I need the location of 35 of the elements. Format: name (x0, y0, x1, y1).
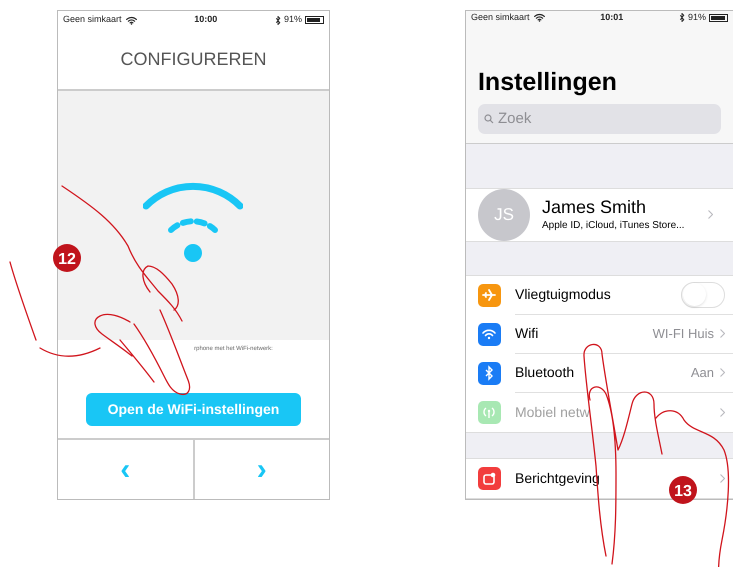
bluetooth-icon (678, 13, 685, 22)
carrier-text: Geen simkaart (63, 13, 122, 26)
chevron-icon (720, 329, 725, 338)
battery-percent: 91% (688, 11, 706, 24)
next-button[interactable]: › (194, 440, 329, 499)
clock-text: 10:01 (600, 11, 624, 24)
clock-text: 10:00 (194, 13, 218, 26)
bluetooth-icon (274, 16, 281, 24)
wifi-icon (126, 16, 137, 24)
chevron-icon (708, 210, 713, 220)
setting-label: Bluetooth (514, 363, 576, 382)
toggle-switch[interactable] (681, 282, 725, 308)
back-button[interactable]: ‹ (58, 440, 194, 499)
step-badge: 12 (53, 244, 81, 272)
step-badge: 13 (669, 476, 697, 504)
search-icon (484, 114, 494, 124)
chevron-icon (720, 408, 725, 417)
wifi-icon (534, 13, 545, 22)
chevron-icon (720, 368, 725, 378)
battery-icon (304, 16, 324, 24)
battery-percent: 91% (284, 13, 302, 26)
setting-label: Vliegtuigmodus (514, 285, 612, 304)
search-field[interactable]: Zoek (478, 104, 721, 134)
setting-value: WI-FI Huis (652, 325, 714, 344)
profile-name: James Smith (542, 196, 648, 218)
carrier-text: Geen simkaart (470, 11, 530, 24)
open-wifi-settings-button[interactable]: Open de WiFi-instellingen (86, 393, 301, 426)
screen-title: Instellingen (478, 66, 618, 97)
screen-title: CONFIGUREREN (120, 48, 266, 70)
setting-label: Wifi (514, 324, 540, 344)
setting-value: Aan (690, 364, 714, 382)
battery-icon (709, 14, 728, 22)
profile-subtitle: Apple ID, iCloud, iTunes Store... (542, 219, 686, 234)
chevron-icon (720, 474, 725, 483)
setting-label: Mobiel netw (514, 402, 591, 422)
